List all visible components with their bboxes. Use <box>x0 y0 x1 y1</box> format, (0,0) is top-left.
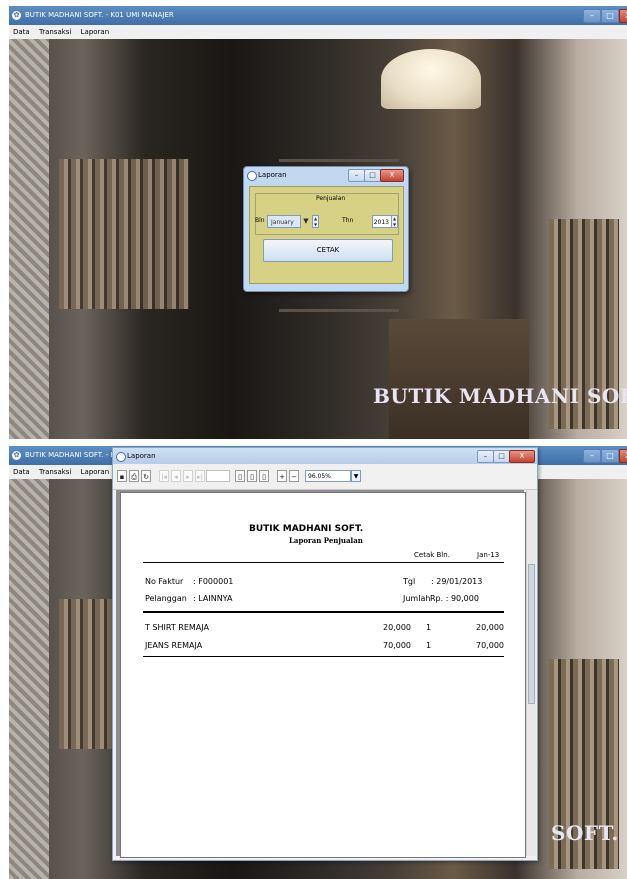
next-page-icon[interactable]: ▸ <box>183 470 193 482</box>
item-name: T SHIRT REMAJA <box>145 623 209 632</box>
cetak-button[interactable]: CETAK <box>263 239 393 262</box>
zoom-select[interactable]: 96.05% <box>305 470 351 482</box>
dialog-body: Penjualan Bln January ▼ ▲ ▼ Thn 2013 ▲ ▼ C… <box>249 186 404 284</box>
customer-label: Pelanggan <box>145 594 187 603</box>
report-maximize-button[interactable]: □ <box>493 450 510 463</box>
title-bar: ✿ BUTIK MADHANI SOFT. - K01 UMI MANAJER … <box>9 6 627 25</box>
chevron-down-icon[interactable]: ▼ <box>351 470 361 482</box>
menu-transaksi[interactable]: Transaksi <box>39 28 71 36</box>
menu-laporan[interactable]: Laporan <box>81 468 110 476</box>
divider <box>143 611 504 613</box>
invoice-label: No Faktur <box>145 577 184 586</box>
item-subtotal: 20,000 <box>476 623 504 632</box>
report-title: Laporan Penjualan <box>289 536 363 545</box>
report-scrollbar[interactable] <box>526 490 536 856</box>
clothes-rack <box>59 159 189 309</box>
menu-data[interactable]: Data <box>13 28 30 36</box>
zoom-in-icon[interactable]: + <box>277 470 287 482</box>
report-minimize-button[interactable]: – <box>477 450 494 463</box>
report-app-icon <box>116 452 126 462</box>
dialog-minimize-button[interactable]: – <box>348 169 365 182</box>
item-qty: 1 <box>426 641 432 650</box>
page-number-input[interactable] <box>206 470 230 482</box>
window-title: BUTIK MADHANI SOFT. - K01 UMI MANAJER <box>25 11 174 19</box>
brand-watermark: BUTIK MADHANI SOFT. <box>373 384 627 408</box>
multipage-icon[interactable]: ▯ <box>259 470 269 482</box>
year-label: Thn <box>342 217 354 224</box>
zoom-out-icon[interactable]: − <box>289 470 299 482</box>
print-month-label: Cetak Bln. <box>414 551 450 559</box>
item-name: JEANS REMAJA <box>145 641 203 650</box>
menu-bar: Data Transaksi Laporan <box>9 25 627 39</box>
total-label: Jumlah <box>403 594 431 603</box>
report-company: BUTIK MADHANI SOFT. <box>249 524 364 534</box>
report-page: BUTIK MADHANI SOFT. Laporan Penjualan Ce… <box>120 492 526 858</box>
print-month-value: Jan-13 <box>477 551 500 559</box>
dialog-close-button[interactable]: X <box>380 169 404 182</box>
shelf <box>279 309 399 312</box>
report-close-button[interactable]: X <box>509 450 535 463</box>
prev-page-icon[interactable]: ◂ <box>171 470 181 482</box>
brand-watermark: SOFT. <box>551 821 619 845</box>
minimize-button[interactable]: – <box>583 9 601 23</box>
report-window-title: Laporan <box>127 452 156 460</box>
month-spinner[interactable]: ▲ ▼ <box>312 215 319 228</box>
save-icon[interactable]: ▪ <box>117 470 127 482</box>
floor <box>389 319 529 439</box>
laporan-dialog: Laporan – □ X Penjualan Bln January ▼ ▲ ▼… <box>243 166 409 292</box>
date-label: Tgl <box>403 577 416 586</box>
item-qty: 1 <box>426 623 432 632</box>
divider <box>143 656 504 657</box>
app-icon: ✿ <box>12 11 21 20</box>
report-toolbar: ▪ ⎙ ↻ |◂ ◂ ▸ ▸| ▯ ▯ ▯ + − 96.05% ▼ <box>113 464 537 490</box>
minimize-button[interactable]: – <box>583 449 601 463</box>
menu-transaksi[interactable]: Transaksi <box>39 468 71 476</box>
menu-data[interactable]: Data <box>13 468 30 476</box>
item-price: 20,000 <box>383 623 411 632</box>
maximize-button[interactable]: □ <box>601 9 619 23</box>
dialog-maximize-button[interactable]: □ <box>364 169 381 182</box>
refresh-icon[interactable]: ↻ <box>141 470 151 482</box>
dialog-app-icon <box>247 171 257 181</box>
menu-laporan[interactable]: Laporan <box>81 28 110 36</box>
report-title-bar: Laporan – □ X <box>113 448 537 464</box>
wallpaper-pillar <box>9 479 49 879</box>
first-page-icon[interactable]: |◂ <box>159 470 169 482</box>
chevron-down-icon[interactable]: ▼ <box>301 215 311 228</box>
report-preview-area: BUTIK MADHANI SOFT. Laporan Penjualan Ce… <box>116 490 526 858</box>
item-price: 70,000 <box>383 641 411 650</box>
page-setup-icon[interactable]: ▯ <box>235 470 245 482</box>
ceiling-lamp <box>381 49 481 109</box>
scrollbar-thumb[interactable] <box>528 564 535 704</box>
close-button[interactable]: X <box>619 449 627 463</box>
divider <box>143 562 504 563</box>
report-viewer-window: Laporan – □ X ▪ ⎙ ↻ |◂ ◂ ▸ ▸| ▯ ▯ ▯ + − … <box>112 447 538 861</box>
last-page-icon[interactable]: ▸| <box>195 470 205 482</box>
clothes-rack <box>59 599 119 749</box>
maximize-button[interactable]: □ <box>601 449 619 463</box>
total-value: Rp. : 90,000 <box>430 594 479 603</box>
month-select[interactable]: January <box>267 215 301 228</box>
print-icon[interactable]: ⎙ <box>129 470 139 482</box>
wallpaper-pillar <box>9 39 49 439</box>
shelf <box>279 159 399 162</box>
date-value: : 29/01/2013 <box>431 577 483 586</box>
item-subtotal: 70,000 <box>476 641 504 650</box>
month-label: Bln <box>255 217 265 224</box>
dialog-title-bar: Laporan – □ X <box>244 167 408 183</box>
invoice-value: : F000001 <box>193 577 234 586</box>
group-label: Penjualan <box>316 195 346 202</box>
customer-value: : LAINNYA <box>193 594 233 603</box>
close-button[interactable]: X <box>619 9 627 23</box>
app-icon: ✿ <box>12 451 21 460</box>
page-icon[interactable]: ▯ <box>247 470 257 482</box>
year-spinner[interactable]: ▲ ▼ <box>391 215 398 228</box>
dialog-title: Laporan <box>258 171 287 179</box>
year-input[interactable]: 2013 <box>372 215 392 228</box>
